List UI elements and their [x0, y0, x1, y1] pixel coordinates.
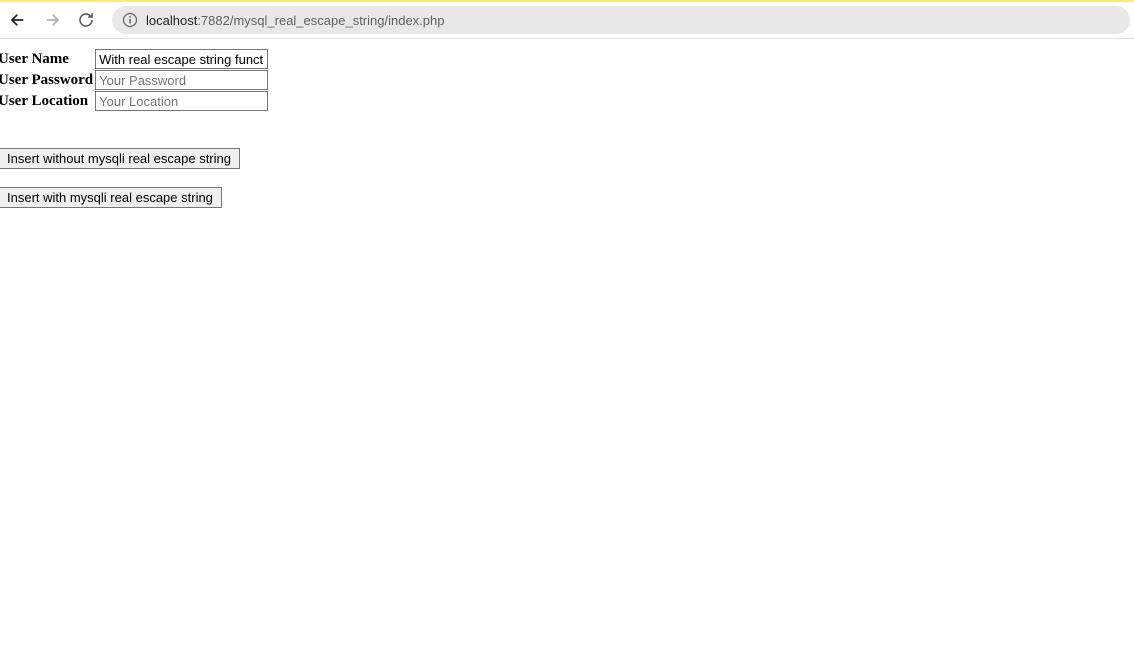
row-password: User Password	[0, 70, 270, 91]
forward-button[interactable]	[38, 6, 66, 34]
url-path: :7882/mysql_real_escape_string/index.php	[197, 13, 444, 28]
label-user-password: User Password	[0, 70, 95, 91]
button-row-2: Insert with mysqli real escape string	[0, 187, 1134, 208]
back-button[interactable]	[4, 6, 32, 34]
user-name-input[interactable]	[95, 49, 268, 69]
reload-icon	[77, 11, 95, 29]
browser-toolbar: localhost:7882/mysql_real_escape_string/…	[0, 2, 1134, 38]
reload-button[interactable]	[72, 6, 100, 34]
info-icon	[122, 12, 138, 28]
button-row-1: Insert without mysqli real escape string	[0, 148, 1134, 169]
label-user-location: User Location	[0, 91, 95, 112]
row-location: User Location	[0, 91, 270, 112]
url-host: localhost	[146, 13, 197, 28]
arrow-left-icon	[9, 11, 27, 29]
insert-without-button[interactable]: Insert without mysqli real escape string	[0, 148, 240, 169]
label-user-name: User Name	[0, 49, 95, 70]
address-bar[interactable]: localhost:7882/mysql_real_escape_string/…	[112, 6, 1130, 34]
browser-chrome: localhost:7882/mysql_real_escape_string/…	[0, 0, 1134, 39]
user-password-input[interactable]	[95, 70, 268, 90]
page-content: User Name User Password User Location In…	[0, 39, 1134, 208]
user-location-input[interactable]	[95, 91, 268, 111]
url-text: localhost:7882/mysql_real_escape_string/…	[146, 13, 444, 28]
row-name: User Name	[0, 49, 270, 70]
insert-with-button[interactable]: Insert with mysqli real escape string	[0, 187, 222, 208]
arrow-right-icon	[43, 11, 61, 29]
form-table: User Name User Password User Location	[0, 49, 270, 112]
